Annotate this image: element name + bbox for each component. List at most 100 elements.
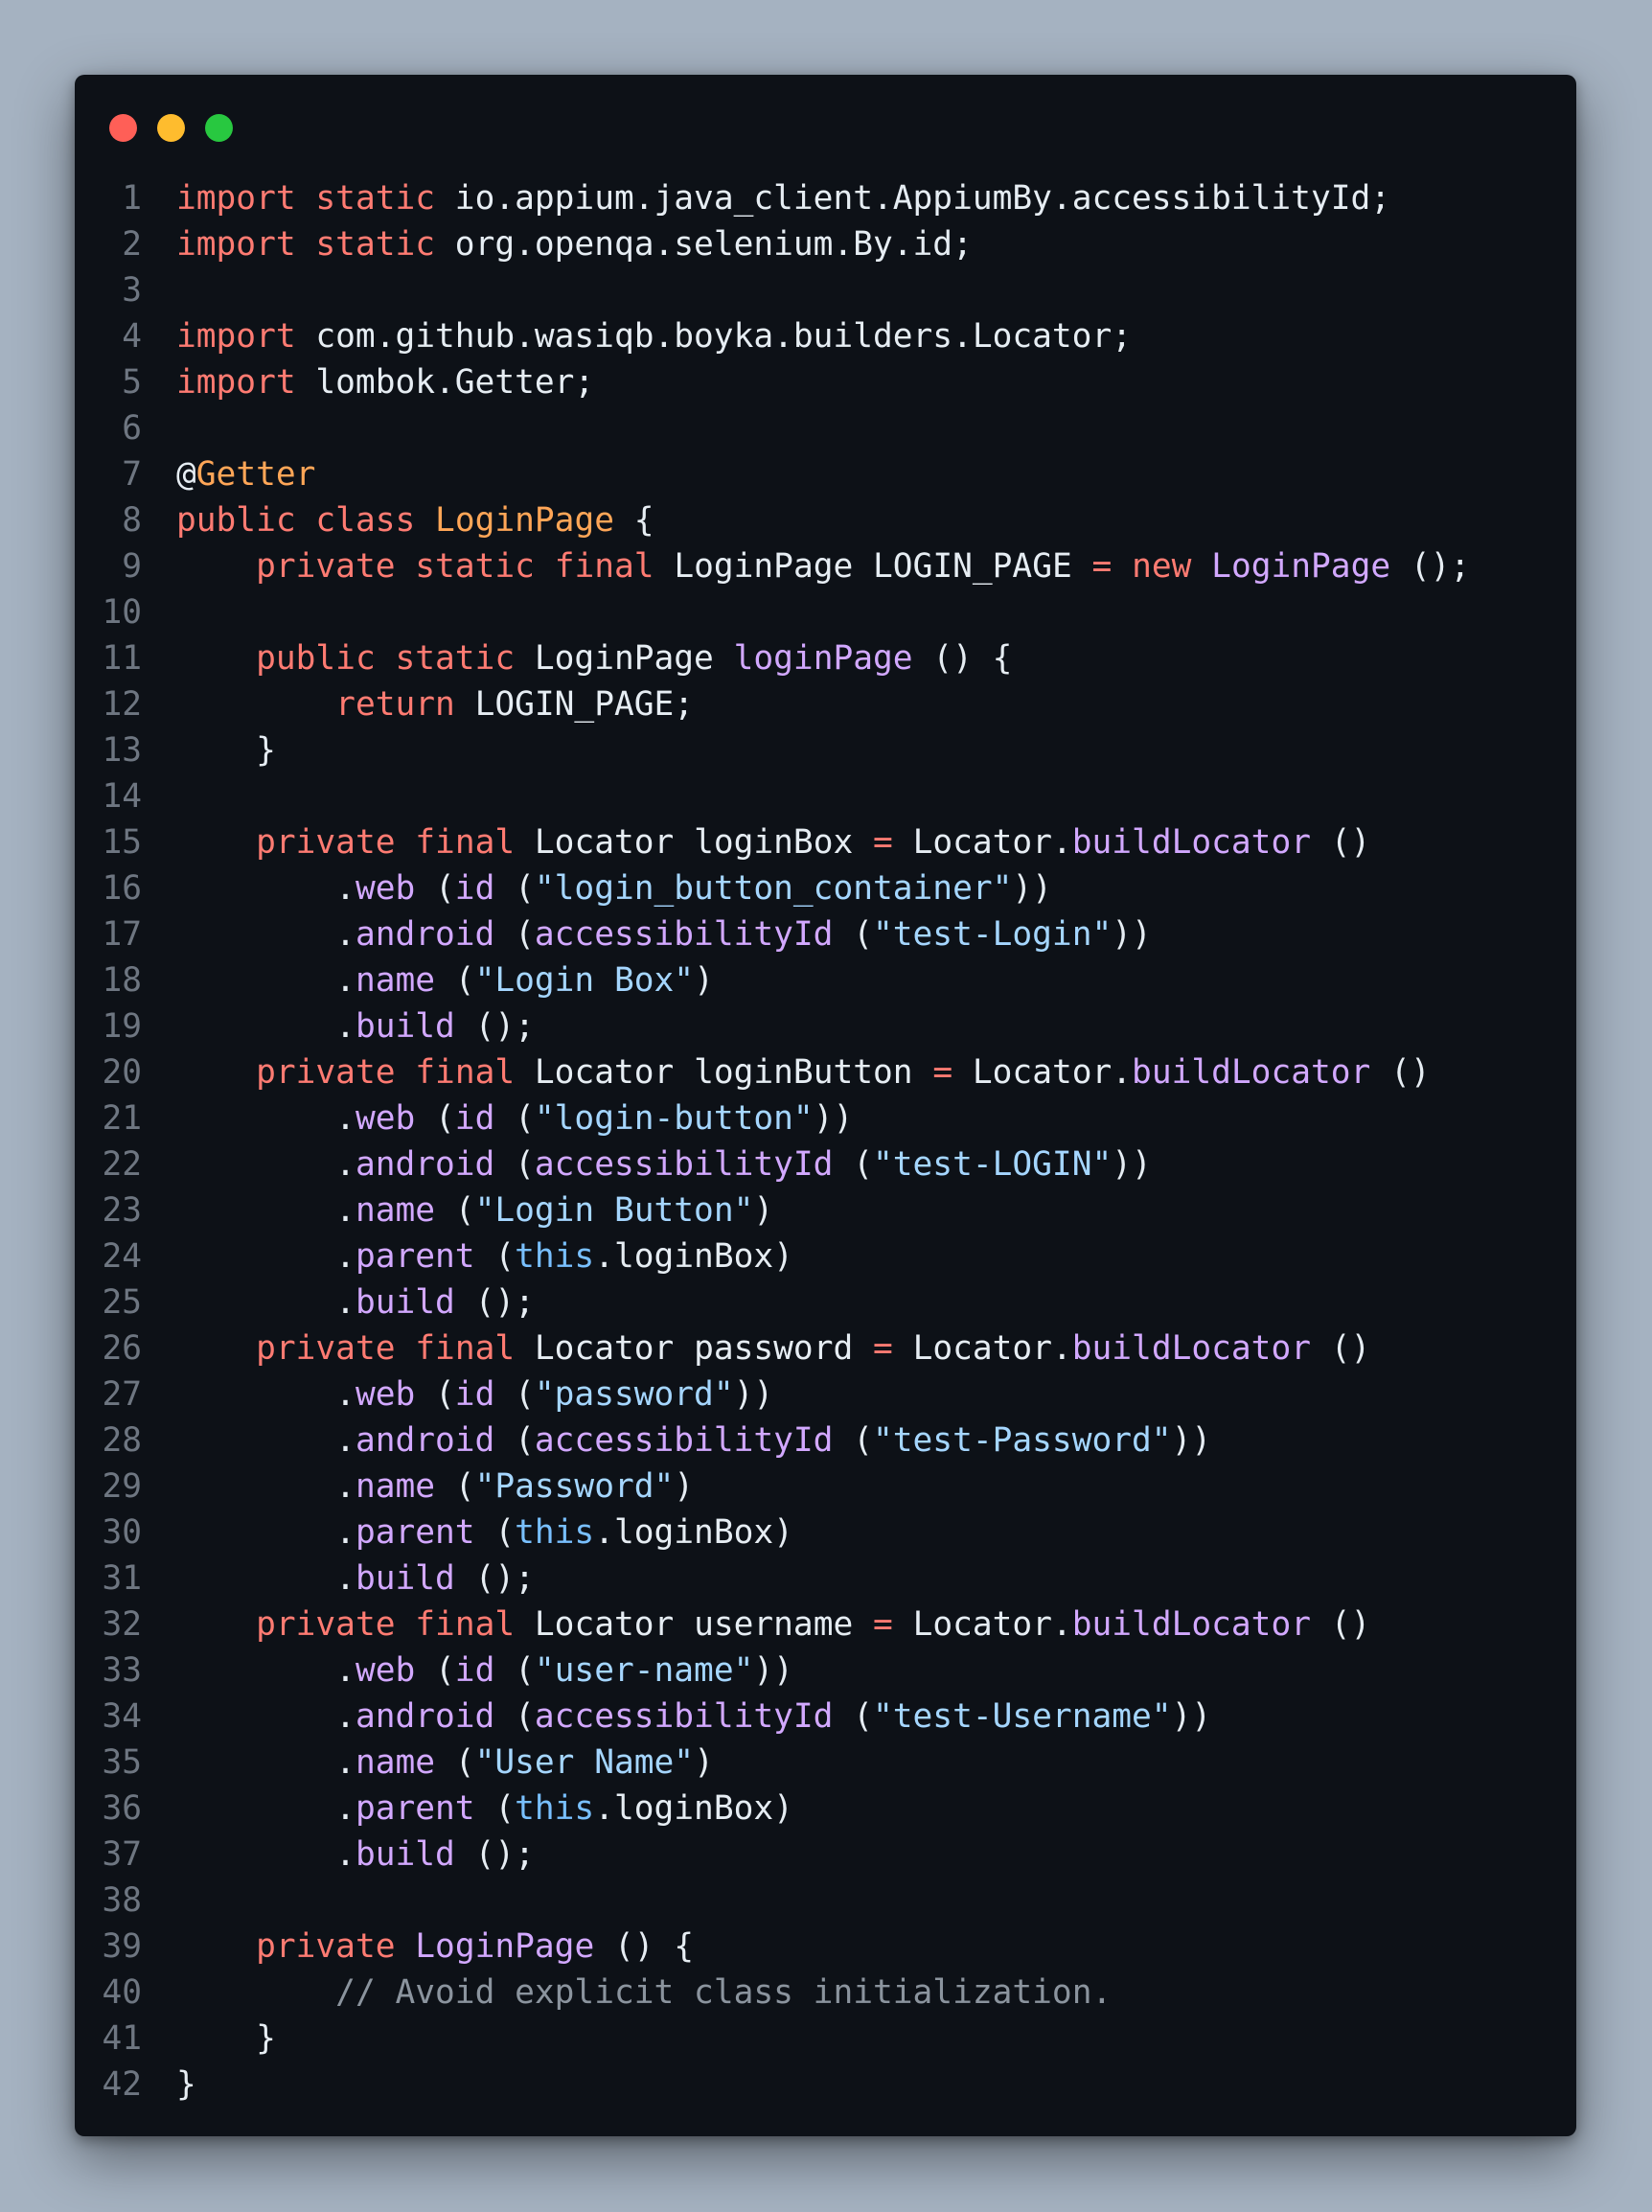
line-text: public static LoginPage loginPage () { bbox=[176, 635, 1012, 681]
code-token: final bbox=[415, 823, 516, 862]
line-text: } bbox=[176, 727, 276, 773]
code-token: android bbox=[355, 1421, 495, 1460]
code-token: () bbox=[1310, 1329, 1371, 1368]
code-token: ( bbox=[435, 1191, 475, 1230]
line-number: 28 bbox=[102, 1421, 142, 1460]
code-token: build bbox=[355, 1835, 455, 1874]
code-token: "password" bbox=[534, 1375, 734, 1414]
line-number: 41 bbox=[102, 2019, 142, 2058]
code-line: 5 import lombok.Getter; bbox=[75, 359, 1470, 405]
code-token: ( bbox=[833, 1697, 873, 1736]
line-number: 23 bbox=[102, 1191, 142, 1230]
line-number: 35 bbox=[102, 1743, 142, 1782]
code-token: buildLocator bbox=[1071, 823, 1311, 862]
code-token: Locator password bbox=[515, 1329, 874, 1368]
code-window: 1 import static io.appium.java_client.App… bbox=[75, 75, 1576, 2136]
line-number: 30 bbox=[102, 1513, 142, 1552]
code-token: ( bbox=[415, 1099, 455, 1138]
code-token: { bbox=[613, 501, 654, 540]
line-number: 16 bbox=[102, 869, 142, 908]
code-token: . bbox=[176, 1835, 356, 1874]
code-token: "test-Password" bbox=[873, 1421, 1172, 1460]
code-token: )) bbox=[1112, 1145, 1152, 1184]
close-button-icon[interactable] bbox=[109, 113, 137, 142]
code-token: final bbox=[415, 1605, 516, 1644]
code-token: name bbox=[355, 1191, 436, 1230]
code-line: 21 .web (id ("login-button")) bbox=[75, 1095, 1470, 1141]
code-token: . bbox=[176, 1237, 356, 1276]
code-token: )) bbox=[813, 1099, 854, 1138]
code-token: android bbox=[355, 915, 495, 954]
code-token: import bbox=[176, 317, 296, 356]
code-token: ( bbox=[415, 1651, 455, 1690]
code-token: () bbox=[1310, 823, 1371, 862]
code-token: ( bbox=[435, 961, 475, 1000]
code-token: // Avoid explicit class initialization. bbox=[335, 1973, 1113, 2012]
line-number: 1 bbox=[122, 179, 142, 218]
code-token: ( bbox=[494, 869, 535, 908]
code-token: ) bbox=[753, 1191, 774, 1230]
code-line: 3 bbox=[75, 267, 1470, 313]
code-token: buildLocator bbox=[1132, 1053, 1371, 1092]
line-number: 42 bbox=[102, 2065, 142, 2104]
line-number: 22 bbox=[102, 1145, 142, 1184]
code-line: 25 .build (); bbox=[75, 1279, 1470, 1325]
code-line: 16 .web (id ("login_button_container")) bbox=[75, 865, 1470, 911]
code-token: this bbox=[515, 1513, 595, 1552]
code-token: .loginBox) bbox=[594, 1237, 793, 1276]
line-number: 11 bbox=[102, 639, 142, 678]
code-token: accessibilityId bbox=[534, 1697, 834, 1736]
code-token: ( bbox=[494, 1375, 535, 1414]
code-token: ( bbox=[415, 869, 455, 908]
code-token: . bbox=[176, 1145, 356, 1184]
code-token: "login_button_container" bbox=[534, 869, 1013, 908]
code-token: web bbox=[355, 1099, 416, 1138]
minimize-button-icon[interactable] bbox=[157, 113, 185, 142]
code-token: ( bbox=[833, 1145, 873, 1184]
code-token: private bbox=[256, 1605, 396, 1644]
line-number: 21 bbox=[102, 1099, 142, 1138]
code-token: (); bbox=[454, 1283, 535, 1322]
line-text: .name ("Login Box") bbox=[176, 957, 714, 1003]
code-editor[interactable]: 1 import static io.appium.java_client.App… bbox=[75, 175, 1470, 2108]
code-token: com.github.wasiqb.boyka.builders.Locator… bbox=[295, 317, 1132, 356]
line-number: 17 bbox=[102, 915, 142, 954]
line-text: private static final LoginPage LOGIN_PAG… bbox=[176, 543, 1470, 589]
code-token: = bbox=[873, 823, 893, 862]
code-token: ( bbox=[833, 915, 873, 954]
code-line: 32 private final Locator username = Loca… bbox=[75, 1601, 1470, 1647]
window-controls bbox=[109, 113, 253, 142]
code-token: id bbox=[454, 1099, 495, 1138]
code-line: 31 .build (); bbox=[75, 1555, 1470, 1601]
code-line: 12 return LOGIN_PAGE; bbox=[75, 681, 1470, 727]
line-text: import com.github.wasiqb.boyka.builders.… bbox=[176, 313, 1132, 359]
line-number: 19 bbox=[102, 1007, 142, 1046]
code-token: Locator. bbox=[892, 1329, 1072, 1368]
code-token: ( bbox=[833, 1421, 873, 1460]
line-number: 40 bbox=[102, 1973, 142, 2012]
line-text: .build (); bbox=[176, 1279, 535, 1325]
code-token: . bbox=[176, 1421, 356, 1460]
code-token: this bbox=[515, 1789, 595, 1828]
line-text: .name ("Password") bbox=[176, 1463, 694, 1509]
code-token: = bbox=[873, 1605, 893, 1644]
maximize-button-icon[interactable] bbox=[205, 113, 233, 142]
code-line: 38 bbox=[75, 1878, 1470, 1924]
line-number: 8 bbox=[122, 501, 142, 540]
line-number: 10 bbox=[102, 593, 142, 632]
code-token: public bbox=[176, 501, 296, 540]
code-token: id bbox=[454, 1651, 495, 1690]
line-text: return LOGIN_PAGE; bbox=[176, 681, 694, 727]
code-line: 14 bbox=[75, 773, 1470, 819]
code-token: return bbox=[335, 685, 455, 724]
code-line: 22 .android (accessibilityId ("test-LOGI… bbox=[75, 1141, 1470, 1187]
